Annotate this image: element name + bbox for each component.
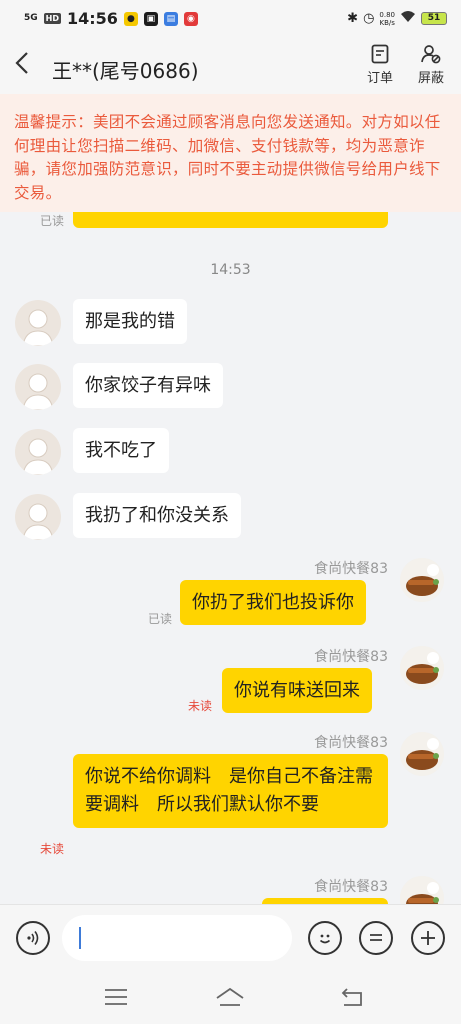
menu-icon[interactable] — [103, 986, 129, 1008]
unread-status: 未读 — [188, 699, 213, 713]
hd-indicator: HD — [43, 13, 61, 24]
plus-icon — [421, 931, 435, 945]
quick-reply-button[interactable] — [359, 921, 393, 955]
merchant-message-bubble[interactable]: 你说不给你调料 是你自己不备注需要调料 所以我们默认你不要 — [73, 754, 388, 828]
back-button[interactable] — [14, 50, 30, 81]
more-button[interactable] — [411, 921, 445, 955]
cashier-notification-icon: ▣ — [143, 11, 158, 26]
customer-avatar[interactable] — [15, 494, 61, 540]
chat-header: 王**(尾号0686) 订单 屏蔽 — [0, 36, 461, 94]
list-icon — [370, 934, 382, 941]
home-icon[interactable] — [214, 986, 246, 1008]
merchant-avatar[interactable] — [400, 646, 444, 690]
merchant-message-bubble[interactable]: 你扔了我们也投诉你 — [180, 580, 366, 625]
emoji-button[interactable] — [308, 921, 342, 955]
fraud-warning-banner: 温馨提示：美团不会通过顾客消息向您发送通知。对方如以任何理由让您扫描二维码、加微… — [0, 94, 461, 212]
text-caret — [79, 927, 81, 949]
customer-message-bubble[interactable]: 那是我的错 — [73, 299, 187, 344]
battery-indicator: 51 — [421, 12, 447, 25]
merchant-message-bubble[interactable]: 你说有味送回来 — [222, 668, 372, 713]
order-label: 订单 — [366, 71, 393, 86]
read-status: 已读 — [40, 214, 65, 228]
block-label: 屏蔽 — [417, 71, 444, 86]
emoji-icon — [319, 934, 331, 944]
back-nav-icon[interactable] — [339, 986, 365, 1008]
block-user-icon — [421, 45, 441, 64]
input-bar — [0, 904, 461, 970]
merchant-name: 食尚快餐83 — [314, 561, 388, 577]
chevron-left-icon — [15, 52, 28, 74]
customer-message-bubble[interactable]: 我扔了和你没关系 — [73, 493, 241, 538]
chat-area[interactable]: 已读 14:53 那是我的错 你家饺子有异味 我不吃了 我扔了和你没关系 食尚快… — [0, 212, 461, 904]
app-notification-icon: ◉ — [183, 11, 198, 26]
voice-icon — [27, 931, 39, 945]
customer-avatar[interactable] — [15, 429, 61, 475]
net-speed: 0.80 KB/s — [379, 10, 395, 27]
customer-message-bubble[interactable]: 我不吃了 — [73, 428, 169, 473]
status-bar: 5G HD 14:56 ● ▣ ▤ ◉ ✱ ◷ 0.80 KB/s 51 — [0, 0, 461, 36]
network-indicator: 5G — [24, 13, 38, 23]
system-nav-bar — [0, 970, 461, 1024]
meituan-notification-icon: ● — [123, 11, 138, 26]
merchant-avatar[interactable] — [400, 876, 444, 904]
merchant-message-bubble[interactable] — [73, 212, 388, 228]
voice-button[interactable] — [16, 921, 50, 955]
merchant-avatar[interactable] — [400, 558, 444, 602]
message-input[interactable] — [62, 915, 292, 961]
status-time: 14:56 — [67, 9, 118, 28]
customer-message-bubble[interactable]: 你家饺子有异味 — [73, 363, 223, 408]
merchant-name: 食尚快餐83 — [314, 649, 388, 665]
block-button[interactable]: 屏蔽 — [413, 44, 449, 86]
customer-avatar[interactable] — [15, 300, 61, 346]
merchant-name: 食尚快餐83 — [314, 735, 388, 751]
order-icon — [371, 44, 389, 64]
merchant-name: 食尚快餐83 — [314, 879, 388, 895]
read-status: 已读 — [148, 612, 173, 626]
merchant-avatar[interactable] — [400, 732, 444, 776]
customer-avatar[interactable] — [15, 364, 61, 410]
bluetooth-icon: ✱ — [347, 11, 359, 26]
alarm-icon: ◷ — [363, 11, 375, 26]
page-title: 王**(尾号0686) — [52, 59, 199, 83]
unread-status: 未读 — [40, 842, 65, 856]
wifi-icon — [400, 10, 416, 27]
order-button[interactable]: 订单 — [362, 44, 398, 86]
message-notification-icon: ▤ — [163, 11, 178, 26]
message-timestamp: 14:53 — [210, 262, 251, 278]
